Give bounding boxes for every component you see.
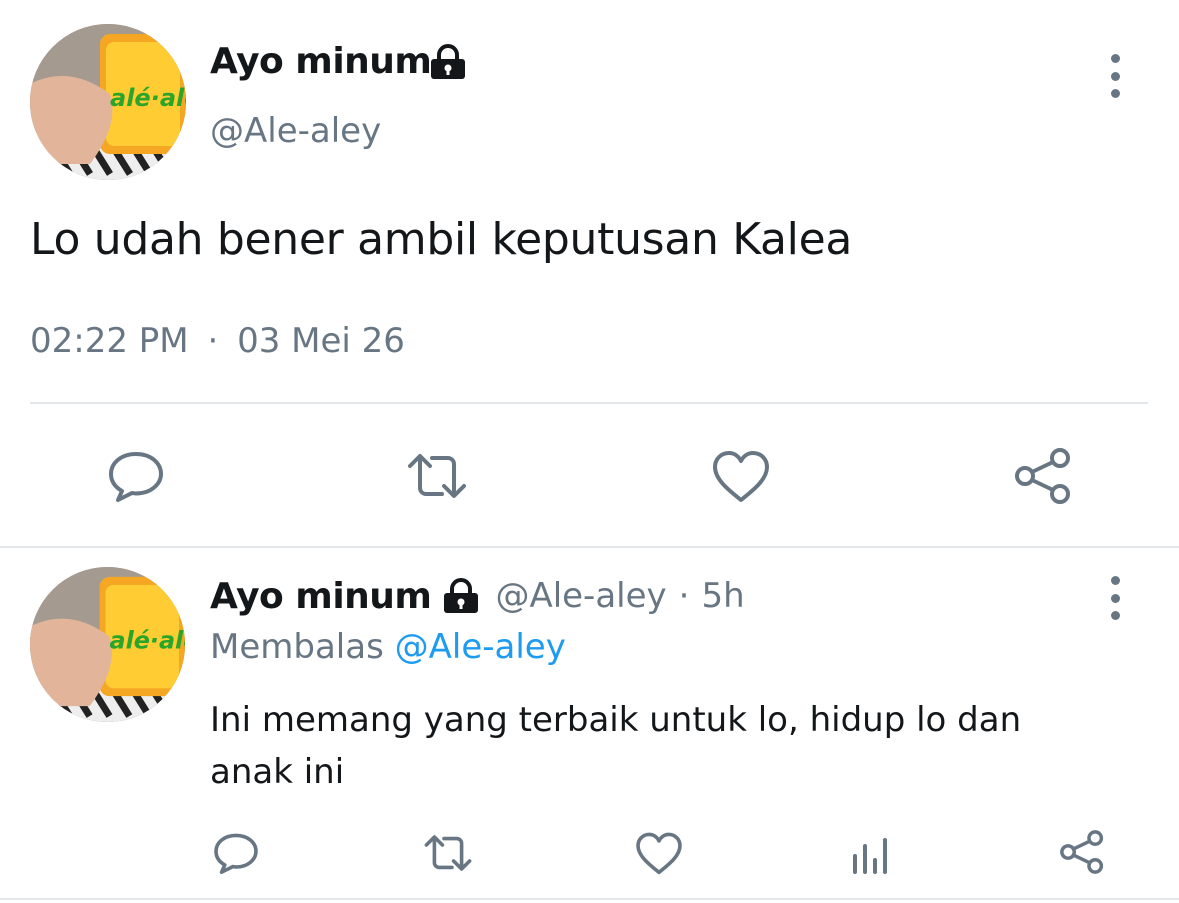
dot bbox=[1110, 54, 1120, 63]
main-display-name[interactable]: Ayo minum bbox=[210, 38, 432, 86]
retweet-icon[interactable] bbox=[420, 832, 476, 874]
reply-display-name[interactable]: Ayo minum bbox=[210, 576, 432, 617]
main-time: 02:22 PM bbox=[30, 321, 189, 361]
main-divider bbox=[30, 402, 1148, 404]
dot bbox=[1110, 71, 1120, 81]
reply-text-line: Ini memang yang terbaik untuk lo, hidup … bbox=[210, 700, 1022, 740]
replying-prefix: Membalas bbox=[210, 627, 384, 667]
dot bbox=[1110, 89, 1120, 98]
bottom-divider bbox=[0, 898, 1179, 900]
share-icon[interactable] bbox=[1012, 446, 1074, 506]
avatar-logo-text: alé·alé bbox=[110, 84, 186, 112]
like-icon[interactable] bbox=[710, 448, 772, 504]
avatar-logo-text: alé·alé bbox=[109, 626, 185, 654]
main-date: 03 Mei 26 bbox=[237, 321, 405, 361]
main-handle[interactable]: @Ale-aley bbox=[210, 108, 381, 154]
main-tweet-text: Lo udah bener ambil keputusan Kalea bbox=[30, 214, 853, 265]
main-timestamp: 02:22 PM · 03 Mei 26 bbox=[30, 318, 405, 364]
reply-avatar[interactable]: alé·alé bbox=[30, 567, 185, 722]
dot bbox=[1110, 576, 1120, 585]
reply-icon[interactable] bbox=[212, 830, 260, 876]
retweet-icon[interactable] bbox=[402, 450, 472, 502]
like-icon[interactable] bbox=[634, 830, 684, 876]
reply-handle[interactable]: @Ale-aley bbox=[495, 576, 666, 616]
dot bbox=[1110, 593, 1120, 603]
reply-header: Ayo minum @Ale-aley · 5h bbox=[210, 572, 745, 620]
reply-tweet-text: Ini memang yang terbaik untuk lo, hidup … bbox=[210, 694, 1021, 798]
replying-to-link[interactable]: @Ale-aley bbox=[395, 627, 566, 667]
lock-icon bbox=[428, 44, 468, 80]
main-more-icon[interactable] bbox=[1100, 54, 1130, 98]
main-separator: · bbox=[207, 321, 219, 361]
section-divider bbox=[0, 546, 1179, 548]
reply-separator: · bbox=[678, 576, 690, 616]
main-avatar[interactable]: alé·alé bbox=[30, 24, 186, 180]
dot bbox=[1110, 611, 1120, 620]
reply-text-line: anak ini bbox=[210, 752, 345, 792]
analytics-icon[interactable] bbox=[850, 836, 890, 874]
reply-age: 5h bbox=[701, 576, 745, 616]
reply-more-icon[interactable] bbox=[1100, 576, 1130, 620]
lock-icon bbox=[441, 578, 481, 614]
replying-to-line: Membalas @Ale-aley bbox=[210, 624, 566, 670]
reply-icon[interactable] bbox=[106, 448, 166, 504]
share-icon[interactable] bbox=[1058, 828, 1106, 876]
